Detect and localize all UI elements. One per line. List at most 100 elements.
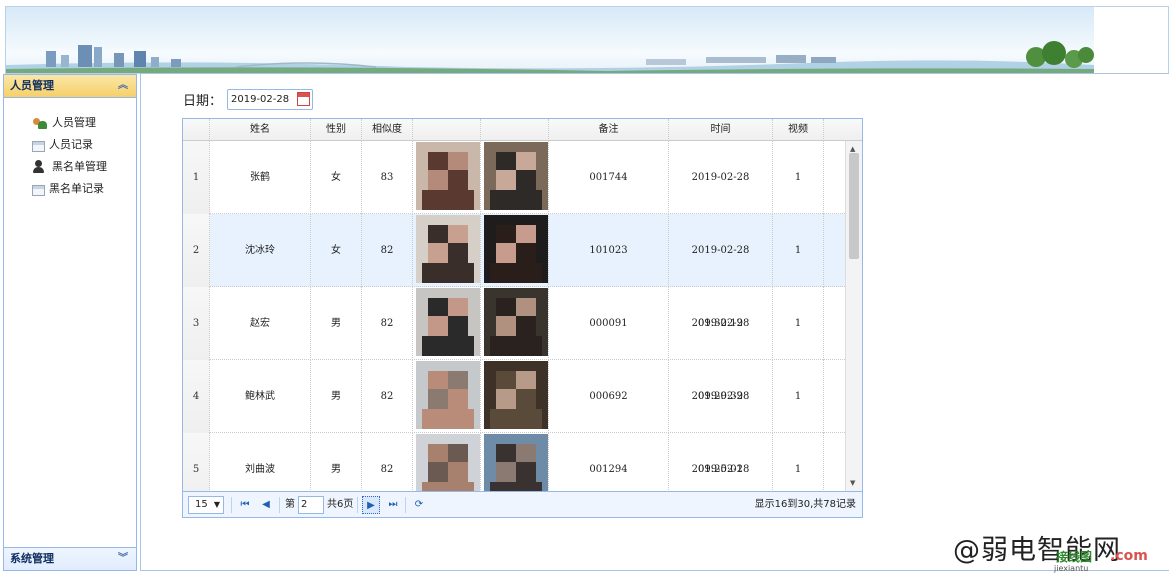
accordion-title: 系统管理 (10, 552, 54, 565)
scrollbar-thumb[interactable] (849, 153, 859, 259)
sidebar-item-blacklist-management[interactable]: 黑名单管理 (32, 156, 136, 178)
similarity-cell: 82 (362, 433, 413, 491)
date-input[interactable]: 2019-02-28 (227, 89, 313, 110)
similarity-cell: 82 (362, 360, 413, 433)
first-page-icon[interactable]: ⏮ (236, 496, 254, 514)
capture-face-image[interactable] (416, 142, 480, 210)
capture-face-image[interactable] (416, 288, 480, 356)
sidebar-item-label: 黑名单记录 (49, 182, 104, 195)
page-number-input[interactable]: 2 (298, 496, 324, 514)
column-header-registered-photo[interactable] (481, 119, 549, 141)
grid-body: 1张鹤女830017442019-02-28 09:32:2812沈冰玲女821… (183, 141, 845, 491)
pager-separator (279, 497, 280, 513)
note-cell: 101023 (549, 214, 669, 287)
banner-blank-area (1094, 7, 1168, 73)
table-row[interactable]: 2 沈冰玲女 82 101023 2019-02-28 09:32:19 1 (183, 214, 845, 329)
registered-face-image[interactable] (484, 361, 548, 429)
watermark-domain: .com (1110, 548, 1148, 564)
capture-photo-cell[interactable] (413, 141, 481, 214)
note-cell: 000692 (549, 360, 669, 433)
date-label: 日期： (183, 94, 223, 109)
capture-face-image[interactable] (416, 215, 480, 283)
content-bottom-border (140, 570, 1169, 571)
previous-page-icon[interactable]: ◀ (257, 496, 275, 514)
row-index: 5 (183, 433, 210, 491)
registered-photo-cell[interactable] (481, 141, 549, 214)
calendar-icon (32, 184, 45, 196)
scroll-down-icon[interactable]: ▼ (850, 479, 855, 487)
accordion-header-personnel[interactable]: 人员管理 ︽ (4, 75, 136, 98)
registered-photo-cell[interactable] (481, 214, 549, 287)
similarity-cell: 82 (362, 214, 413, 287)
pager-separator (231, 497, 232, 513)
similarity-cell: 82 (362, 287, 413, 360)
date-value: 2019-02-28 (231, 94, 290, 105)
accordion-title: 人员管理 (10, 79, 54, 92)
expand-down-icon[interactable]: ︾ (118, 548, 128, 570)
pagination-bar: 15 ▼ ⏮ ◀ 第 2 共6页 ▶ ⏭ ⟳ 显示16到30,共78记录 (183, 491, 862, 517)
registered-face-image[interactable] (484, 434, 548, 491)
sidebar-item-personnel-management[interactable]: 人员管理 (32, 112, 136, 134)
registered-photo-cell[interactable] (481, 360, 549, 433)
skyline-graphic (6, 41, 1094, 73)
users-icon (32, 116, 48, 130)
column-header-gender[interactable]: 性别 (311, 119, 362, 141)
name-cell: 赵宏 (210, 287, 311, 360)
content-left-border (140, 74, 141, 571)
column-header-time[interactable]: 时间 (669, 119, 773, 141)
page-size-select[interactable]: 15 ▼ (188, 496, 224, 514)
table-row[interactable]: 1张鹤女830017442019-02-28 09:32:281 (183, 141, 845, 256)
row-index: 4 (183, 360, 210, 433)
pager-separator (405, 497, 406, 513)
similarity-cell: 83 (362, 141, 413, 214)
grid-header: 姓名 性别 相似度 备注 时间 视频 (183, 119, 862, 141)
last-page-icon[interactable]: ⏭ (384, 496, 402, 514)
registered-face-image[interactable] (484, 142, 548, 210)
gender-cell: 男 (311, 287, 362, 360)
sidebar-item-personnel-records[interactable]: 人员记录 (32, 134, 136, 156)
row-index: 1 (183, 141, 210, 214)
capture-photo-cell[interactable] (413, 433, 481, 491)
gender-cell: 男 (311, 433, 362, 491)
sidebar-item-blacklist-records[interactable]: 黑名单记录 (32, 178, 136, 200)
name-cell: 刘曲波 (210, 433, 311, 491)
row-index: 2 (183, 214, 210, 287)
scroll-up-icon[interactable]: ▲ (850, 145, 855, 153)
person-icon (32, 160, 48, 174)
page-number-value: 2 (301, 499, 308, 510)
page-total: 共6页 (327, 499, 354, 510)
capture-photo-cell[interactable] (413, 360, 481, 433)
table-row[interactable]: 3 赵宏男 82 000091 2019-02-28 09:29:39 1 (183, 287, 845, 402)
frame-divider (140, 73, 1169, 74)
capture-face-image[interactable] (416, 434, 480, 491)
table-row[interactable]: 4 鲍林武男 82 000692 2019-02-28 09:25:01 1 (183, 360, 845, 475)
refresh-icon[interactable]: ⟳ (410, 496, 428, 514)
time-cell: 2019-02-28 09:25:00 (669, 433, 773, 491)
column-header-index (183, 119, 210, 141)
dropdown-arrow-icon: ▼ (213, 500, 220, 509)
calendar-picker-icon[interactable] (297, 92, 310, 106)
registered-photo-cell[interactable] (481, 433, 549, 491)
capture-photo-cell[interactable] (413, 214, 481, 287)
accordion-header-system[interactable]: 系统管理 ︾ (4, 547, 136, 570)
registered-face-image[interactable] (484, 288, 548, 356)
capture-face-image[interactable] (416, 361, 480, 429)
capture-photo-cell[interactable] (413, 287, 481, 360)
column-header-similarity[interactable]: 相似度 (362, 119, 413, 141)
column-header-video[interactable]: 视频 (773, 119, 824, 141)
column-header-note[interactable]: 备注 (549, 119, 669, 141)
collapse-up-icon[interactable]: ︽ (118, 75, 128, 97)
vertical-scrollbar[interactable]: ▲ ▼ (845, 141, 862, 491)
video-cell: 1 (773, 214, 824, 287)
watermark-pinyin: jiexiantu (1054, 564, 1089, 573)
registered-face-image[interactable] (484, 215, 548, 283)
video-cell: 1 (773, 360, 824, 433)
watermark-text: @弱电智能网 (953, 535, 1121, 566)
gender-cell: 男 (311, 360, 362, 433)
next-page-icon[interactable]: ▶ (362, 496, 380, 514)
column-header-name[interactable]: 姓名 (210, 119, 311, 141)
column-header-capture-photo[interactable] (413, 119, 481, 141)
registered-photo-cell[interactable] (481, 287, 549, 360)
pager-info: 显示16到30,共78记录 (754, 499, 856, 510)
table-row[interactable]: 5刘曲波男82 0012942019-02-28 09:25:001 (183, 433, 845, 491)
